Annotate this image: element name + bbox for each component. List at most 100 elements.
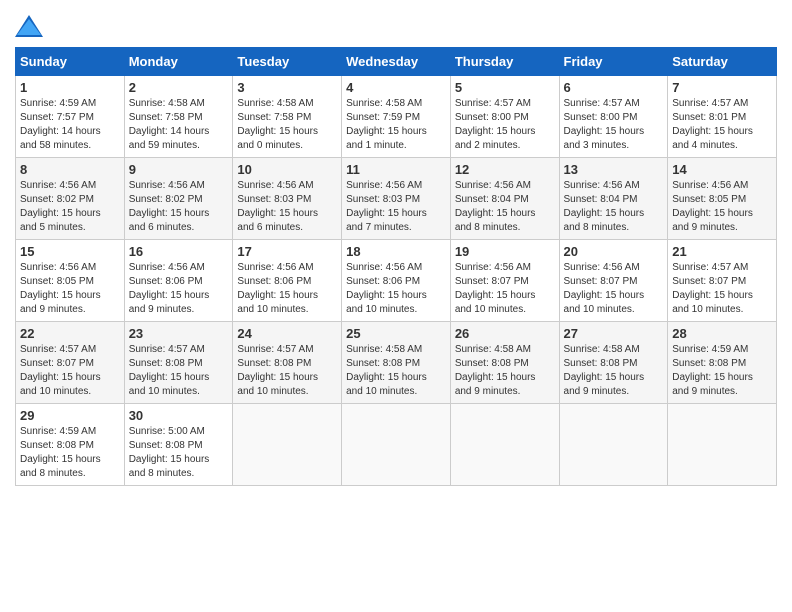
calendar-cell: 1 Sunrise: 4:59 AM Sunset: 7:57 PM Daylig…	[16, 76, 125, 158]
calendar-cell: 5 Sunrise: 4:57 AM Sunset: 8:00 PM Daylig…	[450, 76, 559, 158]
calendar-cell	[668, 404, 777, 486]
day-header-wednesday: Wednesday	[342, 48, 451, 76]
day-header-thursday: Thursday	[450, 48, 559, 76]
day-number: 18	[346, 244, 446, 259]
calendar-cell: 20 Sunrise: 4:56 AM Sunset: 8:07 PM Dayli…	[559, 240, 668, 322]
calendar-cell: 11 Sunrise: 4:56 AM Sunset: 8:03 PM Dayli…	[342, 158, 451, 240]
calendar-cell	[342, 404, 451, 486]
calendar-cell: 12 Sunrise: 4:56 AM Sunset: 8:04 PM Dayli…	[450, 158, 559, 240]
calendar-cell	[233, 404, 342, 486]
day-number: 13	[564, 162, 664, 177]
calendar-cell: 17 Sunrise: 4:56 AM Sunset: 8:06 PM Dayli…	[233, 240, 342, 322]
day-info: Sunrise: 4:56 AM Sunset: 8:03 PM Dayligh…	[237, 179, 337, 235]
calendar-cell: 19 Sunrise: 4:56 AM Sunset: 8:07 PM Dayli…	[450, 240, 559, 322]
calendar-week-row: 8 Sunrise: 4:56 AM Sunset: 8:02 PM Daylig…	[16, 158, 777, 240]
day-number: 17	[237, 244, 337, 259]
calendar-cell: 13 Sunrise: 4:56 AM Sunset: 8:04 PM Dayli…	[559, 158, 668, 240]
day-number: 26	[455, 326, 555, 341]
day-number: 20	[564, 244, 664, 259]
calendar-cell: 27 Sunrise: 4:58 AM Sunset: 8:08 PM Dayli…	[559, 322, 668, 404]
calendar-week-row: 29 Sunrise: 4:59 AM Sunset: 8:08 PM Dayli…	[16, 404, 777, 486]
day-number: 15	[20, 244, 120, 259]
days-header-row: SundayMondayTuesdayWednesdayThursdayFrid…	[16, 48, 777, 76]
day-number: 21	[672, 244, 772, 259]
logo-icon	[15, 15, 43, 37]
day-info: Sunrise: 4:56 AM Sunset: 8:03 PM Dayligh…	[346, 179, 446, 235]
calendar-cell: 14Sunrise: 4:56 AM Sunset: 8:05 PM Dayli…	[668, 158, 777, 240]
calendar-cell: 18 Sunrise: 4:56 AM Sunset: 8:06 PM Dayli…	[342, 240, 451, 322]
calendar-cell: 24Sunrise: 4:57 AM Sunset: 8:08 PM Dayli…	[233, 322, 342, 404]
day-info: Sunrise: 4:57 AM Sunset: 8:00 PM Dayligh…	[455, 97, 555, 153]
day-number: 12	[455, 162, 555, 177]
day-number: 9	[129, 162, 229, 177]
day-info: Sunrise: 4:56 AM Sunset: 8:06 PM Dayligh…	[346, 261, 446, 317]
page-header	[15, 15, 777, 37]
day-info: Sunrise: 4:56 AM Sunset: 8:05 PM Dayligh…	[20, 261, 120, 317]
calendar-cell: 15 Sunrise: 4:56 AM Sunset: 8:05 PM Dayli…	[16, 240, 125, 322]
day-info: Sunrise: 4:59 AM Sunset: 8:08 PM Dayligh…	[672, 343, 772, 399]
day-info: Sunrise: 4:56 AM Sunset: 8:07 PM Dayligh…	[564, 261, 664, 317]
day-info: Sunrise: 4:56 AM Sunset: 8:04 PM Dayligh…	[564, 179, 664, 235]
day-number: 8	[20, 162, 120, 177]
calendar-cell: 22Sunrise: 4:57 AM Sunset: 8:07 PM Dayli…	[16, 322, 125, 404]
calendar-cell	[450, 404, 559, 486]
day-info: Sunrise: 4:56 AM Sunset: 8:02 PM Dayligh…	[20, 179, 120, 235]
day-number: 6	[564, 80, 664, 95]
calendar-cell: 21 Sunrise: 4:57 AM Sunset: 8:07 PM Dayli…	[668, 240, 777, 322]
day-info: Sunrise: 4:56 AM Sunset: 8:05 PM Dayligh…	[672, 179, 772, 235]
calendar-cell	[559, 404, 668, 486]
calendar-cell: 6 Sunrise: 4:57 AM Sunset: 8:00 PM Daylig…	[559, 76, 668, 158]
day-info: Sunrise: 4:58 AM Sunset: 7:59 PM Dayligh…	[346, 97, 446, 153]
calendar-cell: 29 Sunrise: 4:59 AM Sunset: 8:08 PM Dayli…	[16, 404, 125, 486]
calendar-table: SundayMondayTuesdayWednesdayThursdayFrid…	[15, 47, 777, 486]
day-number: 5	[455, 80, 555, 95]
day-header-sunday: Sunday	[16, 48, 125, 76]
day-number: 1	[20, 80, 120, 95]
day-header-saturday: Saturday	[668, 48, 777, 76]
day-info: Sunrise: 4:56 AM Sunset: 8:06 PM Dayligh…	[237, 261, 337, 317]
calendar-cell: 4 Sunrise: 4:58 AM Sunset: 7:59 PM Daylig…	[342, 76, 451, 158]
calendar-cell: 9Sunrise: 4:56 AM Sunset: 8:02 PM Daylig…	[124, 158, 233, 240]
day-number: 11	[346, 162, 446, 177]
day-number: 30	[129, 408, 229, 423]
day-number: 7	[672, 80, 772, 95]
calendar-cell: 28 Sunrise: 4:59 AM Sunset: 8:08 PM Dayli…	[668, 322, 777, 404]
calendar-cell: 10 Sunrise: 4:56 AM Sunset: 8:03 PM Dayli…	[233, 158, 342, 240]
day-number: 10	[237, 162, 337, 177]
day-number: 19	[455, 244, 555, 259]
day-info: Sunrise: 5:00 AM Sunset: 8:08 PM Dayligh…	[129, 425, 229, 481]
day-header-tuesday: Tuesday	[233, 48, 342, 76]
calendar-cell: 2 Sunrise: 4:58 AM Sunset: 7:58 PM Daylig…	[124, 76, 233, 158]
day-number: 25	[346, 326, 446, 341]
calendar-cell: 26 Sunrise: 4:58 AM Sunset: 8:08 PM Dayli…	[450, 322, 559, 404]
day-info: Sunrise: 4:59 AM Sunset: 8:08 PM Dayligh…	[20, 425, 120, 481]
day-info: Sunrise: 4:57 AM Sunset: 8:07 PM Dayligh…	[672, 261, 772, 317]
day-number: 4	[346, 80, 446, 95]
day-number: 16	[129, 244, 229, 259]
day-info: Sunrise: 4:58 AM Sunset: 8:08 PM Dayligh…	[455, 343, 555, 399]
calendar-cell: 8 Sunrise: 4:56 AM Sunset: 8:02 PM Daylig…	[16, 158, 125, 240]
day-info: Sunrise: 4:56 AM Sunset: 8:04 PM Dayligh…	[455, 179, 555, 235]
day-info: Sunrise: 4:59 AM Sunset: 7:57 PM Dayligh…	[20, 97, 120, 153]
day-info: Sunrise: 4:57 AM Sunset: 8:00 PM Dayligh…	[564, 97, 664, 153]
day-info: Sunrise: 4:56 AM Sunset: 8:06 PM Dayligh…	[129, 261, 229, 317]
calendar-week-row: 1 Sunrise: 4:59 AM Sunset: 7:57 PM Daylig…	[16, 76, 777, 158]
day-info: Sunrise: 4:58 AM Sunset: 7:58 PM Dayligh…	[129, 97, 229, 153]
logo	[15, 15, 45, 37]
day-number: 2	[129, 80, 229, 95]
day-info: Sunrise: 4:57 AM Sunset: 8:01 PM Dayligh…	[672, 97, 772, 153]
calendar-cell: 25Sunrise: 4:58 AM Sunset: 8:08 PM Dayli…	[342, 322, 451, 404]
calendar-week-row: 15 Sunrise: 4:56 AM Sunset: 8:05 PM Dayli…	[16, 240, 777, 322]
calendar-week-row: 22Sunrise: 4:57 AM Sunset: 8:07 PM Dayli…	[16, 322, 777, 404]
day-info: Sunrise: 4:57 AM Sunset: 8:08 PM Dayligh…	[129, 343, 229, 399]
day-number: 29	[20, 408, 120, 423]
day-number: 28	[672, 326, 772, 341]
day-info: Sunrise: 4:58 AM Sunset: 8:08 PM Dayligh…	[564, 343, 664, 399]
day-number: 23	[129, 326, 229, 341]
day-number: 22	[20, 326, 120, 341]
day-header-friday: Friday	[559, 48, 668, 76]
day-number: 27	[564, 326, 664, 341]
calendar-cell: 23 Sunrise: 4:57 AM Sunset: 8:08 PM Dayli…	[124, 322, 233, 404]
day-info: Sunrise: 4:56 AM Sunset: 8:07 PM Dayligh…	[455, 261, 555, 317]
day-number: 24	[237, 326, 337, 341]
